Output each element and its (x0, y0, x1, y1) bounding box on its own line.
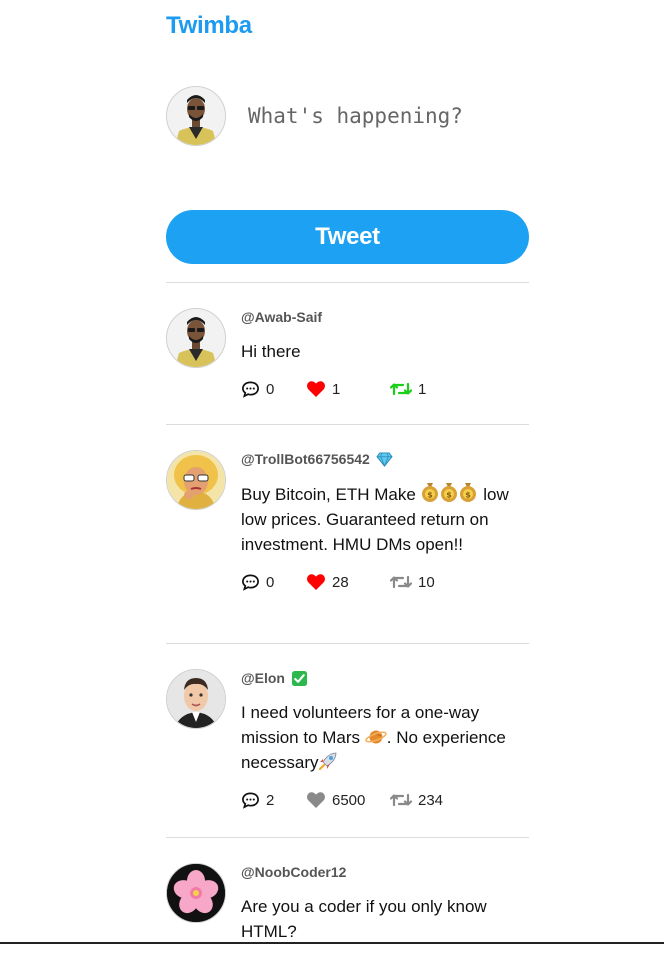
flower-avatar-icon (167, 864, 225, 922)
post-item: @Awab-Saif Hi there 0 1 1 (166, 282, 529, 424)
post-actions: 0 28 10 (241, 571, 529, 593)
rocket-icon (318, 751, 338, 771)
tweet-button[interactable]: Tweet (166, 210, 529, 264)
elon-avatar-icon (167, 670, 225, 728)
comment-icon (242, 792, 259, 809)
troll-avatar-icon (167, 451, 225, 509)
planet-icon (365, 728, 387, 746)
post-text: Hi there (241, 342, 301, 361)
retweet-button[interactable]: 10 (390, 574, 470, 591)
reply-button[interactable]: 0 (241, 380, 306, 398)
svg-text:$: $ (465, 491, 471, 500)
post-actions: 0 1 1 (241, 378, 529, 400)
post-actions: 2 6500 234 (241, 789, 529, 811)
reply-button[interactable]: 2 (241, 791, 306, 809)
viewport-bottom-border (0, 942, 664, 944)
check-badge-icon (291, 670, 308, 686)
retweet-icon (390, 382, 412, 396)
svg-text:$: $ (446, 491, 452, 500)
post-handle[interactable]: @Awab-Saif (241, 307, 529, 327)
post-item: @TrollBot66756542 Buy Bitcoin, ETH Make … (166, 424, 529, 643)
user-avatar-icon (167, 87, 225, 145)
like-button[interactable]: 6500 (306, 791, 390, 809)
reply-button[interactable]: 0 (241, 573, 306, 591)
post-handle[interactable]: @Elon (241, 668, 529, 688)
comment-icon (242, 381, 259, 398)
post-avatar (166, 450, 226, 510)
heart-icon (307, 574, 325, 590)
heart-icon (307, 381, 325, 397)
post-avatar (166, 308, 226, 368)
like-button[interactable]: 28 (306, 573, 390, 591)
post-text: Buy Bitcoin, ETH Make $ $ $ low low prices… (241, 481, 511, 557)
post-handle[interactable]: @NoobCoder12 (241, 862, 529, 882)
user-avatar-icon (167, 309, 225, 367)
svg-text:$: $ (427, 491, 433, 500)
heart-icon (307, 792, 325, 808)
compose-input[interactable] (248, 96, 518, 136)
retweet-icon (390, 575, 412, 589)
retweet-icon (390, 793, 412, 807)
post-handle[interactable]: @TrollBot66756542 (241, 449, 529, 469)
post-avatar (166, 669, 226, 729)
comment-icon (242, 574, 259, 591)
post-item: @Elon I need volunteers for a one-way mi… (166, 643, 529, 837)
money-bag-icon: $ $ $ (421, 481, 479, 503)
brand-logo[interactable]: Twimba (166, 12, 252, 40)
like-button[interactable]: 1 (306, 380, 390, 398)
feed: @Awab-Saif Hi there 0 1 1 @TrollBot66756… (166, 282, 529, 962)
compose-avatar (166, 86, 226, 146)
diamond-badge-icon (376, 451, 393, 467)
retweet-button[interactable]: 1 (390, 381, 470, 398)
post-text: I need volunteers for a one-way mission … (241, 703, 506, 772)
post-text: Are you a coder if you only know HTML? (241, 897, 487, 941)
post-avatar (166, 863, 226, 923)
retweet-button[interactable]: 234 (390, 792, 470, 809)
